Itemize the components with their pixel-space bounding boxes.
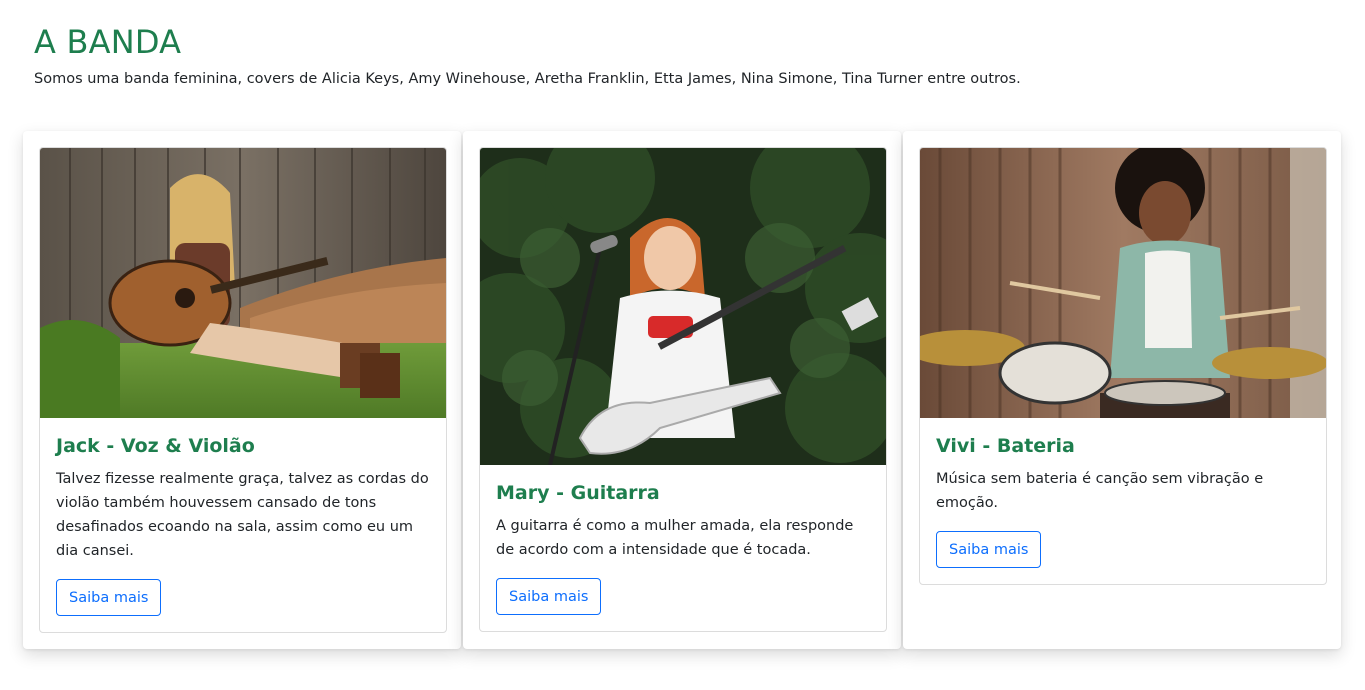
saiba-mais-button[interactable]: Saiba mais	[496, 578, 602, 615]
card-image-vivi	[920, 148, 1326, 418]
card-jack: Jack - Voz & Violão Talvez fizesse realm…	[39, 147, 447, 633]
card-image-jack	[40, 148, 446, 418]
card-body-vivi: Vivi - Bateria Música sem bateria é canç…	[920, 418, 1326, 584]
card-panel-mary: Mary - Guitarra A guitarra é como a mulh…	[463, 131, 901, 649]
card-panel-vivi: Vivi - Bateria Música sem bateria é canç…	[903, 131, 1341, 649]
card-title: Jack - Voz & Violão	[56, 435, 255, 457]
card-vivi: Vivi - Bateria Música sem bateria é canç…	[919, 147, 1327, 585]
card-text: Talvez fizesse realmente graça, talvez a…	[56, 471, 429, 559]
page-title: A BANDA	[34, 23, 182, 61]
card-body-mary: Mary - Guitarra A guitarra é como a mulh…	[480, 465, 886, 631]
card-text: Música sem bateria é canção sem vibração…	[936, 471, 1264, 511]
saiba-mais-button[interactable]: Saiba mais	[56, 579, 162, 616]
card-body-jack: Jack - Voz & Violão Talvez fizesse realm…	[40, 418, 446, 632]
saiba-mais-button[interactable]: Saiba mais	[936, 531, 1042, 568]
card-mary: Mary - Guitarra A guitarra é como a mulh…	[479, 147, 887, 632]
page-subtitle: Somos uma banda feminina, covers de Alic…	[34, 71, 1021, 87]
page-header: A BANDA Somos uma banda feminina, covers…	[34, 22, 1334, 90]
card-panel-jack: Jack - Voz & Violão Talvez fizesse realm…	[23, 131, 461, 649]
card-image-mary	[480, 148, 886, 465]
card-title: Mary - Guitarra	[496, 482, 660, 504]
card-text: A guitarra é como a mulher amada, ela re…	[496, 518, 854, 558]
card-title: Vivi - Bateria	[936, 435, 1075, 457]
